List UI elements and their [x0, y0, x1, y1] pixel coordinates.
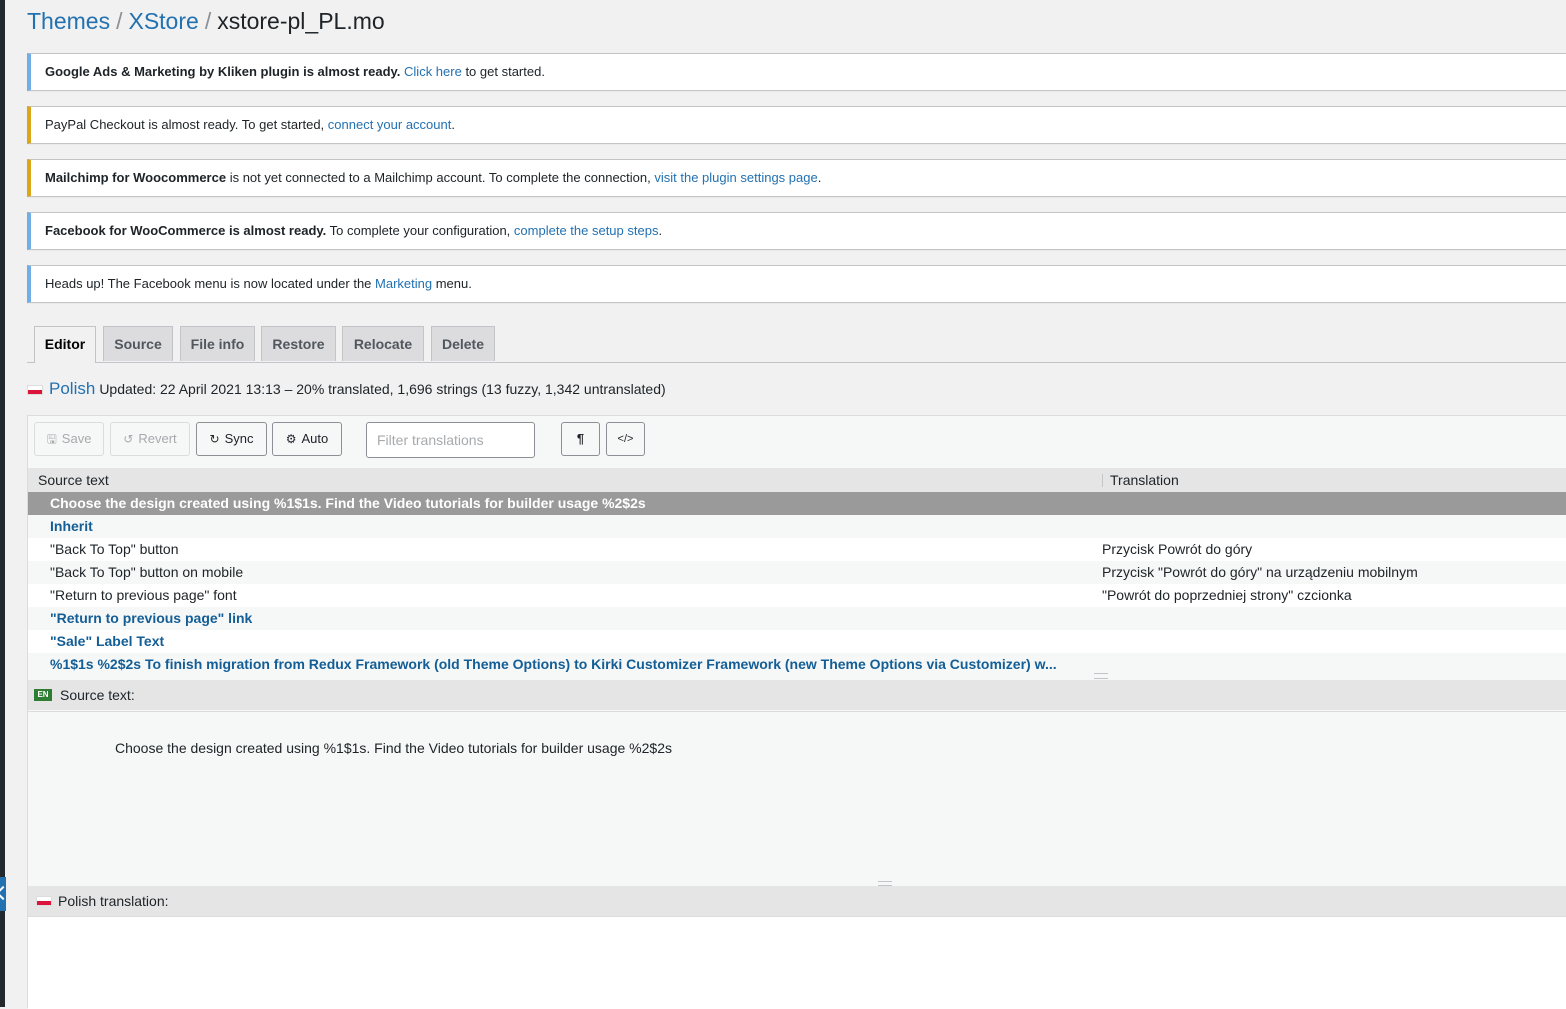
breadcrumb: Themes / XStore / xstore-pl_PL.mo — [27, 7, 385, 35]
breadcrumb-current-file: xstore-pl_PL.mo — [217, 8, 385, 34]
notice-facebook-after: . — [658, 223, 663, 238]
notice-facebook-text: To complete your configuration, — [326, 223, 514, 238]
notice-facebook-title: Facebook for WooCommerce is almost ready… — [45, 223, 327, 238]
translation-cell: Przycisk Powrót do góry — [1102, 541, 1253, 557]
revert-icon: ↺ — [123, 432, 134, 446]
revert-button[interactable]: ↺ Revert — [110, 422, 190, 456]
source-cell: "Back To Top" button on mobile — [50, 564, 244, 580]
revert-label: Revert — [138, 431, 177, 446]
translation-editor: 🖫 Save ↺ Revert ↻ Sync ⚙ Auto ¶ </> Source t… — [27, 415, 1566, 1009]
notice-kliken: Google Ads & Marketing by Kliken plugin … — [27, 53, 1566, 91]
notice-fbmenu-after: menu. — [432, 276, 472, 291]
poland-flag-icon — [36, 896, 52, 906]
column-divider[interactable] — [1102, 474, 1103, 487]
string-list: Choose the design created using %1$1s. F… — [28, 492, 1566, 676]
notice-mailchimp-link[interactable]: visit the plugin settings page — [654, 170, 817, 185]
tab-restore[interactable]: Restore — [261, 326, 336, 361]
notice-paypal-link[interactable]: connect your account — [328, 117, 452, 132]
notice-facebook-menu: Heads up! The Facebook menu is now locat… — [27, 265, 1566, 303]
notice-mailchimp-text: is not yet connected to a Mailchimp acco… — [226, 170, 655, 185]
language-link[interactable]: Polish — [49, 379, 95, 398]
source-text-content: Choose the design created using %1$1s. F… — [115, 740, 672, 756]
notice-facebook: Facebook for WooCommerce is almost ready… — [27, 212, 1566, 250]
tab-file-info[interactable]: File info — [180, 326, 255, 361]
notice-paypal-after: . — [451, 117, 455, 132]
tab-editor[interactable]: Editor — [34, 326, 96, 363]
notice-mailchimp: Mailchimp for Woocommerce is not yet con… — [27, 159, 1566, 197]
breadcrumb-separator: / — [116, 8, 123, 34]
sync-icon: ↻ — [209, 432, 220, 446]
translation-pane-header: Polish translation: — [28, 886, 1566, 916]
poland-flag-icon — [27, 385, 43, 396]
list-item[interactable]: "Back To Top" button Przycisk Powrót do … — [28, 538, 1566, 561]
save-label: Save — [61, 431, 92, 446]
english-badge: EN — [34, 689, 52, 701]
auto-label: Auto — [301, 431, 329, 446]
list-item[interactable]: "Return to previous page" link — [28, 607, 1566, 630]
list-item[interactable]: Inherit — [28, 515, 1566, 538]
notice-fbmenu-link[interactable]: Marketing — [375, 276, 432, 291]
translation-cell: Przycisk "Powrót do góry" na urządzeniu … — [1102, 564, 1418, 580]
list-item[interactable]: %1$1s %2$2s To finish migration from Red… — [28, 653, 1566, 676]
source-cell: "Sale" Label Text — [50, 633, 165, 649]
editor-toolbar: 🖫 Save ↺ Revert ↻ Sync ⚙ Auto ¶ </> — [28, 416, 1566, 464]
source-cell: Choose the design created using %1$1s. F… — [50, 495, 646, 511]
floppy-icon: 🖫 — [46, 432, 57, 446]
editor-tabs: Editor Source File info Restore Relocate… — [27, 326, 1566, 363]
translation-pane-label: Polish translation: — [58, 893, 169, 909]
toggle-invisibles-button[interactable]: ¶ — [561, 422, 600, 456]
list-item[interactable]: Choose the design created using %1$1s. F… — [28, 492, 1566, 515]
notice-paypal-text: PayPal Checkout is almost ready. To get … — [45, 117, 328, 132]
tab-delete[interactable]: Delete — [431, 326, 495, 361]
sync-label: Sync — [224, 431, 254, 446]
breadcrumb-theme-link[interactable]: XStore — [128, 8, 198, 34]
source-text-pane: Choose the design created using %1$1s. F… — [28, 711, 1566, 880]
source-cell: "Return to previous page" font — [50, 587, 237, 603]
tab-source[interactable]: Source — [103, 326, 173, 361]
source-cell: %1$1s %2$2s To finish migration from Red… — [50, 656, 1057, 672]
admin-sidebar-edge — [0, 0, 5, 1007]
list-item[interactable]: "Back To Top" button on mobile Przycisk … — [28, 561, 1566, 584]
translation-cell: "Powrót do poprzedniej strony" czcionka — [1102, 587, 1352, 603]
translation-input-pane[interactable] — [28, 916, 1566, 1009]
notice-facebook-link[interactable]: complete the setup steps — [514, 223, 659, 238]
notice-kliken-after: to get started. — [461, 64, 545, 79]
breadcrumb-separator: / — [204, 8, 212, 34]
notice-kliken-link[interactable]: Click here — [404, 64, 462, 79]
source-cell: "Back To Top" button — [50, 541, 179, 557]
notice-mailchimp-title: Mailchimp for Woocommerce — [45, 170, 227, 185]
column-source-text[interactable]: Source text — [38, 468, 109, 492]
notice-mailchimp-after: . — [817, 170, 822, 185]
list-resize-handle[interactable] — [1094, 673, 1108, 679]
sync-button[interactable]: ↻ Sync — [196, 422, 267, 456]
tab-relocate[interactable]: Relocate — [342, 326, 424, 361]
robot-icon: ⚙ — [285, 432, 297, 446]
pilcrow-icon: ¶ — [576, 431, 585, 446]
toggle-code-view-button[interactable]: </> — [606, 422, 645, 456]
notice-fbmenu-text: Heads up! The Facebook menu is now locat… — [45, 276, 376, 291]
code-icon: </> — [617, 433, 634, 445]
source-pane-label: Source text: — [60, 687, 135, 703]
language-status-text: Updated: 22 April 2021 13:13 – 20% trans… — [99, 381, 666, 397]
source-cell: "Return to previous page" link — [50, 610, 253, 626]
save-button[interactable]: 🖫 Save — [34, 422, 104, 456]
source-pane-header: EN Source text: — [28, 680, 1566, 710]
notice-kliken-title: Google Ads & Marketing by Kliken plugin … — [45, 64, 401, 79]
column-translation[interactable]: Translation — [1110, 468, 1179, 492]
source-cell: Inherit — [50, 518, 93, 534]
list-header: Source text Translation — [28, 468, 1566, 492]
list-item[interactable]: "Sale" Label Text — [28, 630, 1566, 653]
filter-translations-input[interactable] — [366, 422, 535, 458]
notice-paypal: PayPal Checkout is almost ready. To get … — [27, 106, 1566, 144]
breadcrumb-themes-link[interactable]: Themes — [27, 8, 110, 34]
list-item[interactable]: "Return to previous page" font "Powrót d… — [28, 584, 1566, 607]
language-status: Polish Updated: 22 April 2021 13:13 – 20%… — [27, 379, 666, 399]
collapse-menu-icon[interactable] — [0, 877, 6, 911]
auto-translate-button[interactable]: ⚙ Auto — [272, 422, 342, 456]
